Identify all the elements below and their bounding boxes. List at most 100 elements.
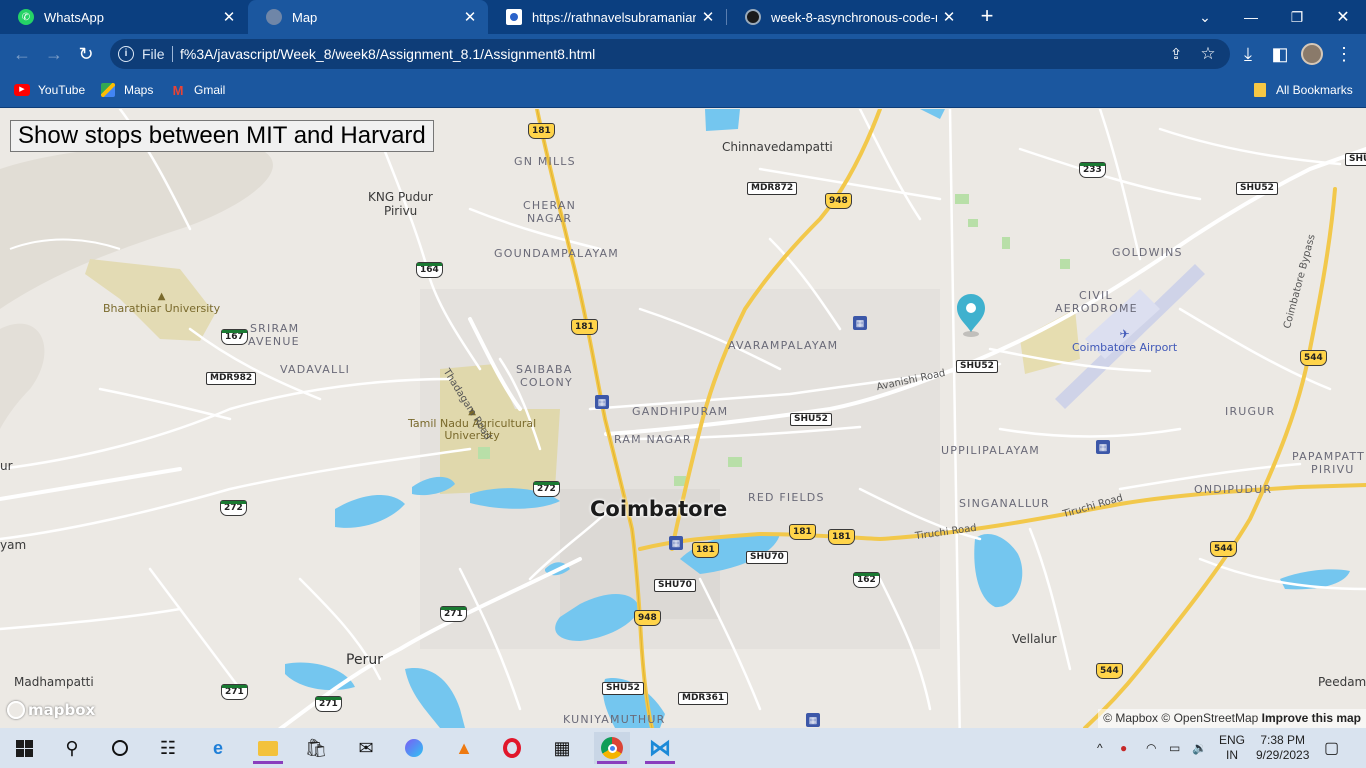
download-icon[interactable]: ⤓	[1236, 42, 1260, 66]
vlc-icon[interactable]: ▲	[446, 732, 482, 764]
map-base-layer	[0, 109, 1366, 728]
language-indicator[interactable]: ENG IN	[1219, 728, 1245, 768]
tab-title: Map	[292, 9, 318, 25]
cortana-icon[interactable]	[102, 732, 138, 764]
star-icon[interactable]: ☆	[1196, 42, 1220, 66]
side-panel-icon[interactable]: ◧	[1268, 42, 1292, 66]
close-tab-icon[interactable]: ✕	[696, 8, 720, 26]
bus-station-icon: ▦	[669, 536, 683, 550]
browser-toolbar: ← → ↻ i File f%3A/javascript/Week_8/week…	[0, 34, 1366, 74]
running-indicator	[645, 761, 675, 764]
map-canvas[interactable]: GN MILLS CHERAN NAGAR GOUNDAMPALAYAM SRI…	[0, 109, 1366, 728]
close-tab-icon[interactable]: ✕	[937, 8, 961, 26]
wifi-icon[interactable]: ◠	[1146, 728, 1156, 768]
state-highway-shield: 164	[416, 262, 443, 278]
profile-avatar[interactable]	[1300, 42, 1324, 66]
antivirus-icon[interactable]: ●	[1120, 728, 1127, 768]
attribution-mapbox-link[interactable]: © Mapbox	[1103, 711, 1158, 725]
maximize-button[interactable]: ❐	[1274, 0, 1320, 34]
highway-shield: 181	[789, 524, 816, 540]
file-explorer-icon[interactable]	[250, 732, 286, 764]
copilot-icon[interactable]	[396, 732, 432, 764]
volume-icon[interactable]: 🔉	[1192, 728, 1207, 768]
tab-rathnavel[interactable]: https://rathnavelsubramaniam.g ✕	[488, 0, 726, 34]
town-label: Peedam	[1318, 675, 1366, 689]
youtube-icon: ▶	[14, 82, 30, 98]
close-tab-icon[interactable]: ✕	[458, 8, 482, 26]
close-tab-icon[interactable]: ✕	[217, 8, 241, 26]
mail-icon[interactable]: ✉	[348, 732, 384, 764]
clock[interactable]: 7:38 PM 9/29/2023	[1256, 728, 1309, 768]
menu-icon[interactable]: ⋮	[1332, 42, 1356, 66]
attribution-osm-link[interactable]: © OpenStreetMap	[1161, 711, 1258, 725]
bookmark-label: Gmail	[194, 83, 226, 97]
minimize-button[interactable]: —	[1228, 0, 1274, 34]
highway-shield: 181	[528, 123, 555, 139]
battery-icon[interactable]: ▭	[1169, 728, 1180, 768]
vscode-icon[interactable]: ⋈	[642, 732, 678, 764]
area-label: NAGAR	[527, 212, 573, 225]
bus-station-icon: ▦	[1096, 440, 1110, 454]
area-label: SAIBABA	[516, 363, 573, 376]
state-highway-shield: 271	[315, 696, 342, 712]
area-label: SRIRAM	[250, 322, 300, 335]
back-icon[interactable]: ←	[10, 42, 34, 66]
clock-time: 7:38 PM	[1260, 733, 1306, 747]
highway-shield: 948	[825, 193, 852, 209]
calendar-app-icon[interactable]: ▦	[544, 732, 580, 764]
url-text[interactable]: f%3A/javascript/Week_8/week8/Assignment_…	[180, 46, 595, 62]
info-icon[interactable]: i	[118, 46, 134, 62]
notifications-icon[interactable]: ▢	[1324, 728, 1339, 768]
area-label: IRUGUR	[1225, 405, 1276, 418]
running-indicator	[597, 761, 627, 764]
chrome-icon[interactable]	[594, 732, 630, 764]
area-label: RAM NAGAR	[614, 433, 692, 446]
bookmark-label: YouTube	[38, 83, 86, 97]
state-highway-shield: 271	[440, 606, 467, 622]
airport-label: ✈ Coimbatore Airport	[1072, 327, 1177, 354]
task-view-icon[interactable]: ☷	[150, 732, 186, 764]
tab-map[interactable]: Map ✕	[248, 0, 488, 34]
reload-icon[interactable]: ↻	[74, 42, 98, 66]
area-label: PIRIVU	[1311, 463, 1355, 476]
highway-shield: 544	[1096, 663, 1123, 679]
store-icon[interactable]: 🛍	[298, 732, 334, 764]
search-icon[interactable]: ⚲	[54, 732, 90, 764]
edge-icon[interactable]: e	[200, 732, 236, 764]
bus-station-icon: ▦	[595, 395, 609, 409]
location-marker[interactable]	[957, 294, 985, 337]
tab-whatsapp[interactable]: ✆ WhatsApp ✕	[0, 0, 247, 34]
road-plate: SHU52	[956, 360, 998, 373]
show-stops-button[interactable]: Show stops between MIT and Harvard	[10, 120, 434, 152]
bookmark-gmail[interactable]: M Gmail	[170, 82, 226, 98]
area-label: VADAVALLI	[280, 363, 351, 376]
area-label: GN MILLS	[514, 155, 576, 168]
opera-icon[interactable]	[494, 732, 530, 764]
road-plate: SHU	[1345, 153, 1366, 166]
highway-shield: 181	[692, 542, 719, 558]
town-label-perur: Perur	[346, 652, 383, 668]
tab-github[interactable]: week-8-asynchronous-code-ma ✕	[727, 0, 967, 34]
forward-icon[interactable]: →	[42, 42, 66, 66]
mapbox-logo[interactable]: mapbox	[7, 701, 95, 719]
area-label: GOLDWINS	[1112, 246, 1183, 259]
scheme-label: File	[142, 46, 165, 62]
clock-date: 9/29/2023	[1256, 748, 1310, 762]
share-icon[interactable]: ⇪	[1164, 42, 1188, 66]
town-label: KNG Pudur	[368, 190, 433, 204]
omnibox-divider	[172, 46, 173, 62]
start-button[interactable]	[6, 732, 42, 764]
address-bar[interactable]: i File f%3A/javascript/Week_8/week8/Assi…	[110, 39, 1230, 69]
bookmark-maps[interactable]: Maps	[100, 82, 153, 98]
all-bookmarks[interactable]: All Bookmarks	[1252, 82, 1353, 98]
road-plate: MDR361	[678, 692, 729, 705]
bookmark-youtube[interactable]: ▶ YouTube	[14, 82, 85, 98]
bus-station-icon: ▦	[806, 713, 820, 727]
close-window-button[interactable]: ✕	[1320, 0, 1366, 34]
new-tab-button[interactable]: +	[976, 5, 998, 28]
tab-search-button[interactable]: ⌄	[1182, 0, 1228, 34]
improve-map-link[interactable]: Improve this map	[1262, 711, 1361, 725]
area-label: AVENUE	[248, 335, 300, 348]
show-hidden-icons[interactable]: ^	[1097, 728, 1103, 768]
poi-label-bharathiar: ▲ Bharathiar University	[103, 291, 220, 315]
